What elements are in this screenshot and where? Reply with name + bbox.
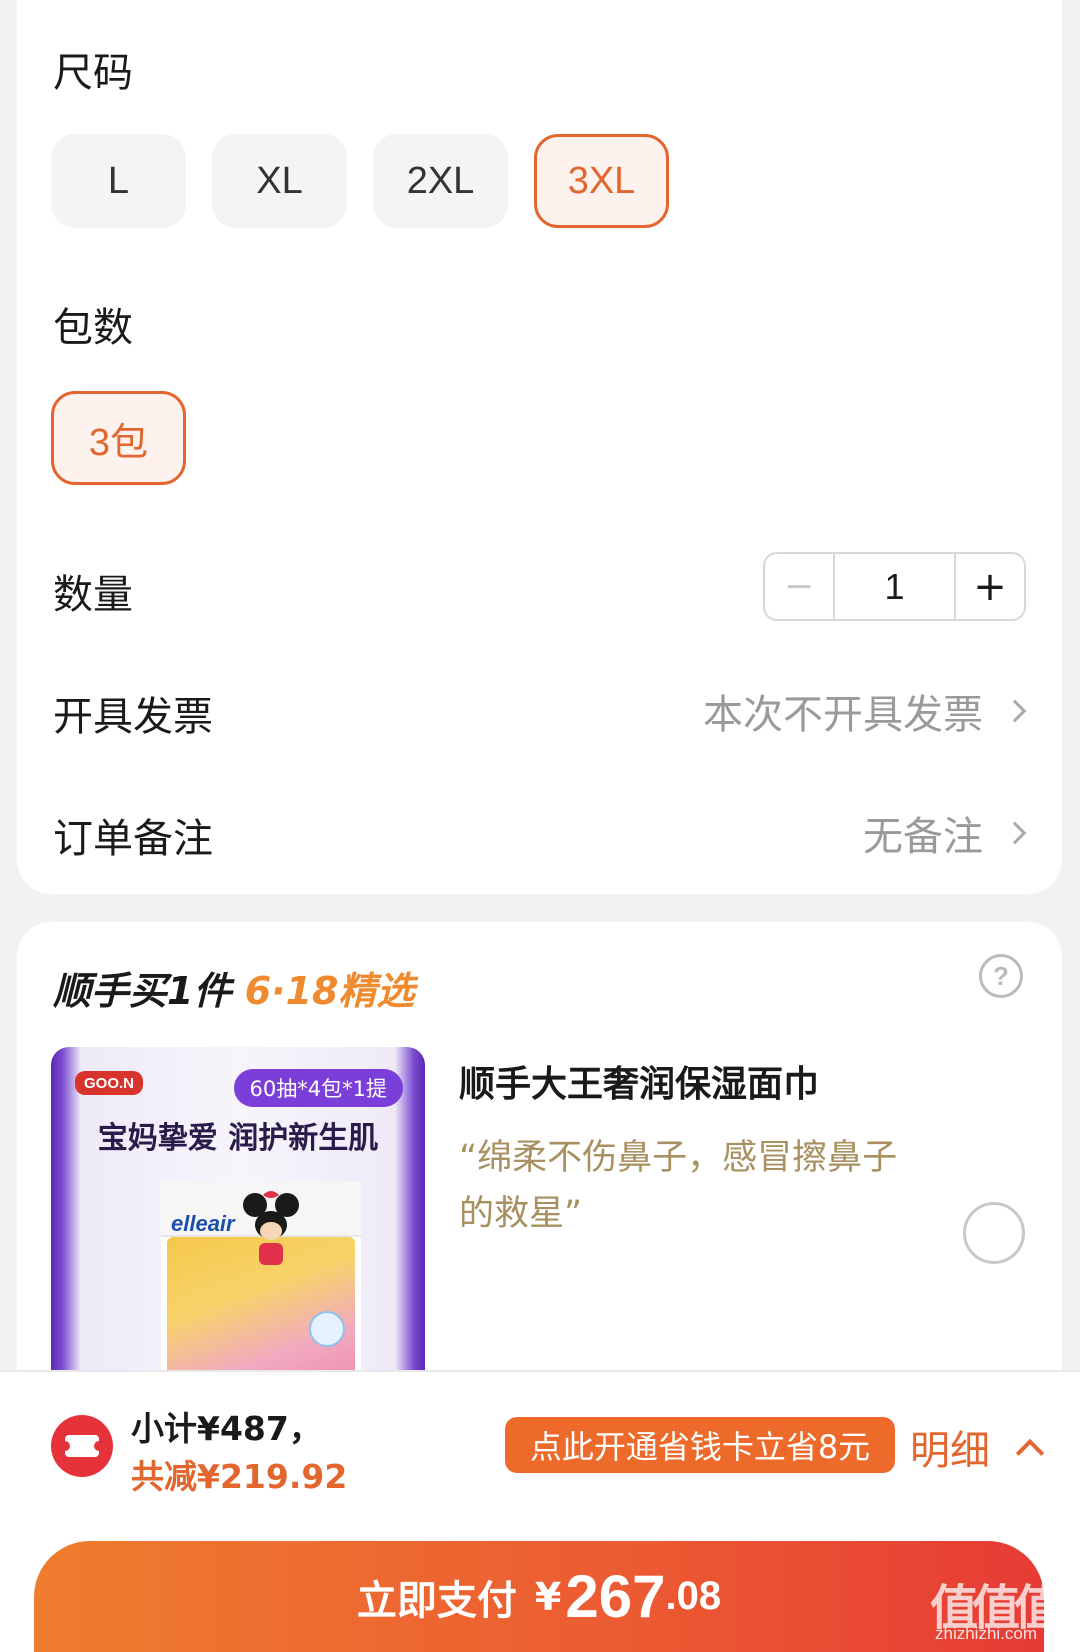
chevron-up-icon [1015, 1438, 1045, 1468]
decrement-button[interactable]: − [765, 554, 833, 619]
pack-option-3[interactable]: 3包 [51, 391, 186, 485]
chevron-right-icon [1003, 699, 1027, 723]
quantity-label: 数量 [53, 572, 133, 618]
size-option-3xl[interactable]: 3XL [534, 134, 669, 228]
quantity-stepper: − 1 + [763, 552, 1026, 621]
size-label: 尺码 [53, 50, 133, 96]
brand-logo: GOO.N [75, 1071, 143, 1095]
size-option-2xl[interactable]: 2XL [373, 134, 508, 228]
size-option-l[interactable]: L [51, 134, 186, 228]
pay-amount-decimal: .08 [665, 1574, 722, 1618]
recommend-title-highlight: 6·18精选 [244, 969, 415, 1013]
detail-label: 明细 [910, 1428, 990, 1474]
water-drop-icon [309, 1311, 345, 1347]
remark-row[interactable]: 无备注 [863, 804, 1027, 862]
pay-currency: ¥ [534, 1574, 562, 1619]
pack-logo: elleair [171, 1211, 235, 1236]
product-description: “绵柔不伤鼻子，感冒擦鼻子的救星” [459, 1138, 898, 1234]
invoice-value: 本次不开具发票 [703, 692, 983, 738]
product-select-radio[interactable] [963, 1202, 1025, 1264]
detail-toggle[interactable]: 明细 [910, 1418, 1045, 1476]
remark-label: 订单备注 [53, 816, 213, 862]
size-option-xl[interactable]: XL [212, 134, 347, 228]
recommend-title-prefix: 顺手买1件 [53, 969, 232, 1013]
quantity-value[interactable]: 1 [833, 554, 956, 619]
pay-now-button[interactable]: 立即支付 ¥ 267 .08 [34, 1541, 1044, 1652]
product-pack: elleair [161, 1181, 361, 1377]
pay-label: 立即支付 [356, 1577, 517, 1624]
discount-text: 共减¥219.92 [131, 1457, 348, 1496]
product-spec-badge: 60抽*4包*1提 [233, 1069, 403, 1107]
watermark-url: zhizhizhi.com [935, 1624, 1038, 1643]
invoice-row[interactable]: 本次不开具发票 [703, 682, 1027, 740]
cartoon-mouse-icon [243, 1191, 299, 1265]
pay-amount-integer: 267 [565, 1563, 666, 1630]
product-slogan: 宝妈挚爱 润护新生肌 [97, 1121, 379, 1156]
remark-value: 无备注 [863, 814, 983, 860]
help-icon[interactable]: ? [979, 954, 1023, 998]
invoice-label: 开具发票 [53, 694, 213, 740]
subtotal-text: 小计¥487， [131, 1409, 322, 1448]
coupon-icon [51, 1415, 113, 1477]
product-image[interactable]: GOO.N 60抽*4包*1提 宝妈挚爱 润护新生肌 elleair [51, 1047, 425, 1377]
chevron-right-icon [1003, 821, 1027, 845]
pack-label: 包数 [53, 305, 133, 351]
product-name[interactable]: 顺手大王奢润保湿面巾 [459, 1055, 819, 1107]
recommend-title: 顺手买1件 6·18精选 [53, 960, 414, 1015]
increment-button[interactable]: + [956, 554, 1024, 619]
savings-card-promo-button[interactable]: 点此开通省钱卡立省8元 [505, 1417, 895, 1473]
